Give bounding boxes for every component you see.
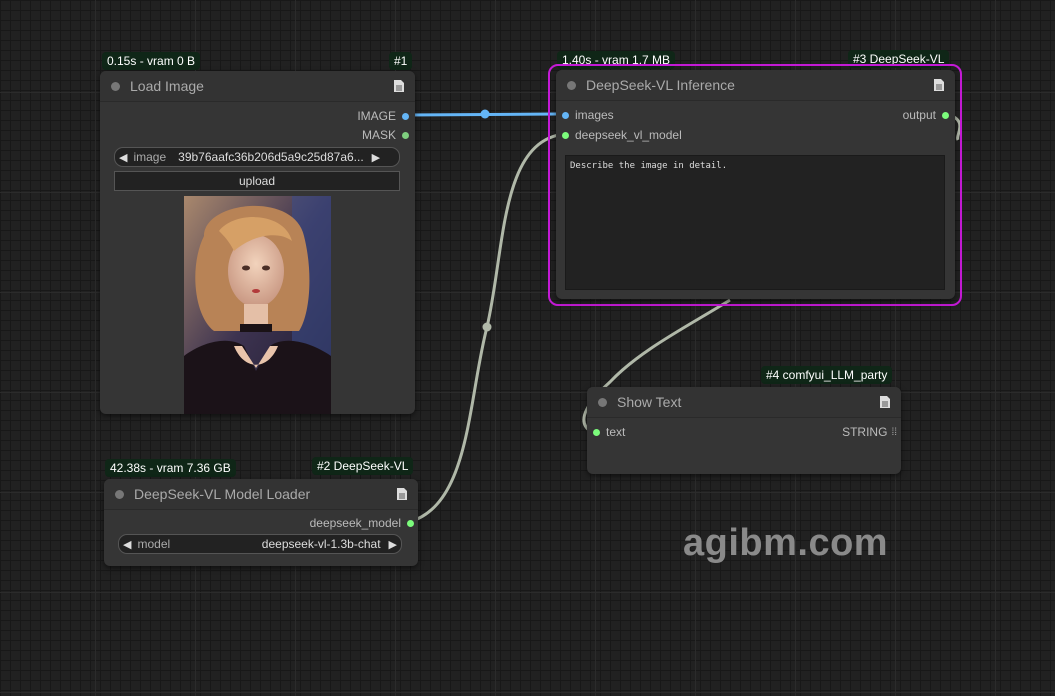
collapse-dot-icon[interactable] bbox=[598, 397, 607, 407]
node-title: Show Text bbox=[617, 394, 682, 410]
slot-connector-icon[interactable] bbox=[402, 112, 409, 120]
preview-image bbox=[184, 196, 331, 414]
widget-value: 39b76aafc36b206d5a9c25d87a6... bbox=[178, 150, 364, 164]
arrow-right-icon[interactable]: ▶ bbox=[368, 151, 384, 164]
output-slot-mask[interactable]: MASK bbox=[362, 128, 409, 142]
grid-slot-icon[interactable]: ⁞⁞ bbox=[891, 427, 897, 438]
node-title-bar[interactable]: Load Image bbox=[100, 71, 415, 102]
node-id-badge: #2 DeepSeek-VL bbox=[312, 457, 414, 475]
upload-button[interactable]: upload bbox=[114, 171, 400, 191]
slot-label: images bbox=[575, 108, 614, 122]
document-icon[interactable] bbox=[933, 78, 945, 92]
document-icon[interactable] bbox=[396, 487, 408, 501]
arrow-left-icon[interactable]: ◀ bbox=[115, 151, 131, 164]
image-link-wire bbox=[405, 112, 557, 117]
model-link-wire bbox=[408, 132, 566, 524]
input-slot-images[interactable]: images bbox=[562, 108, 614, 122]
slot-connector-icon[interactable] bbox=[593, 428, 600, 436]
output-slot-deepseek-model[interactable]: deepseek_model bbox=[310, 516, 414, 530]
widget-value: deepseek-vl-1.3b-chat bbox=[261, 537, 381, 551]
prompt-textarea[interactable]: Describe the image in detail. bbox=[565, 155, 945, 290]
node-title-bar[interactable]: Show Text bbox=[587, 387, 901, 418]
node-title-bar[interactable]: DeepSeek-VL Model Loader bbox=[104, 479, 418, 510]
show-text-node[interactable]: Show Text text STRING ⁞⁞ bbox=[587, 387, 901, 474]
slot-label: MASK bbox=[361, 128, 396, 142]
image-link-midpoint bbox=[480, 109, 490, 119]
image-combo-widget[interactable]: ◀ image 39b76aafc36b206d5a9c25d87a6... ▶ bbox=[114, 147, 400, 167]
node-id-badge: #4 comfyui_LLM_party bbox=[761, 366, 893, 384]
document-icon[interactable] bbox=[393, 79, 405, 93]
node-id-badge: #1 bbox=[389, 52, 413, 70]
output-slot-output[interactable]: output bbox=[903, 108, 949, 122]
output-slot-image[interactable]: IMAGE bbox=[357, 109, 409, 123]
arrow-left-icon[interactable]: ◀ bbox=[119, 538, 135, 551]
slot-label: output bbox=[902, 108, 936, 122]
node-title: Load Image bbox=[130, 78, 204, 94]
slot-label: deepseek_model bbox=[309, 516, 401, 530]
collapse-dot-icon[interactable] bbox=[111, 81, 120, 91]
arrow-right-icon[interactable]: ▶ bbox=[385, 538, 401, 551]
output-slot-string[interactable]: STRING ⁞⁞ bbox=[842, 425, 897, 439]
deepseek-inference-node[interactable]: DeepSeek-VL Inference images deepseek_vl… bbox=[556, 70, 955, 299]
input-slot-text[interactable]: text bbox=[593, 425, 625, 439]
slot-label: deepseek_vl_model bbox=[575, 128, 682, 142]
collapse-dot-icon[interactable] bbox=[567, 80, 576, 90]
slot-label: STRING bbox=[842, 425, 888, 439]
slot-connector-icon[interactable] bbox=[942, 111, 949, 119]
slot-connector-icon[interactable] bbox=[562, 131, 569, 139]
slot-connector-icon[interactable] bbox=[402, 131, 409, 139]
widget-label: image bbox=[133, 150, 167, 164]
node-timing-badge: 0.15s - vram 0 B bbox=[102, 52, 201, 70]
watermark-text: agibm.com bbox=[683, 522, 889, 564]
collapse-dot-icon[interactable] bbox=[115, 489, 124, 499]
node-timing-badge: 42.38s - vram 7.36 GB bbox=[105, 459, 236, 477]
node-title: DeepSeek-VL Model Loader bbox=[134, 486, 311, 502]
slot-label: IMAGE bbox=[357, 109, 396, 123]
node-title: DeepSeek-VL Inference bbox=[586, 77, 735, 93]
model-loader-node[interactable]: DeepSeek-VL Model Loader deepseek_model … bbox=[104, 479, 418, 566]
slot-connector-icon[interactable] bbox=[407, 519, 414, 527]
model-link-midpoint bbox=[482, 322, 492, 332]
node-title-bar[interactable]: DeepSeek-VL Inference bbox=[556, 70, 955, 101]
slot-connector-icon[interactable] bbox=[562, 111, 569, 119]
widget-label: model bbox=[137, 537, 171, 551]
model-combo-widget[interactable]: ◀ model deepseek-vl-1.3b-chat ▶ bbox=[118, 534, 402, 554]
input-slot-deepseek-vl-model[interactable]: deepseek_vl_model bbox=[562, 128, 682, 142]
document-icon[interactable] bbox=[879, 395, 891, 409]
slot-label: text bbox=[606, 425, 626, 439]
